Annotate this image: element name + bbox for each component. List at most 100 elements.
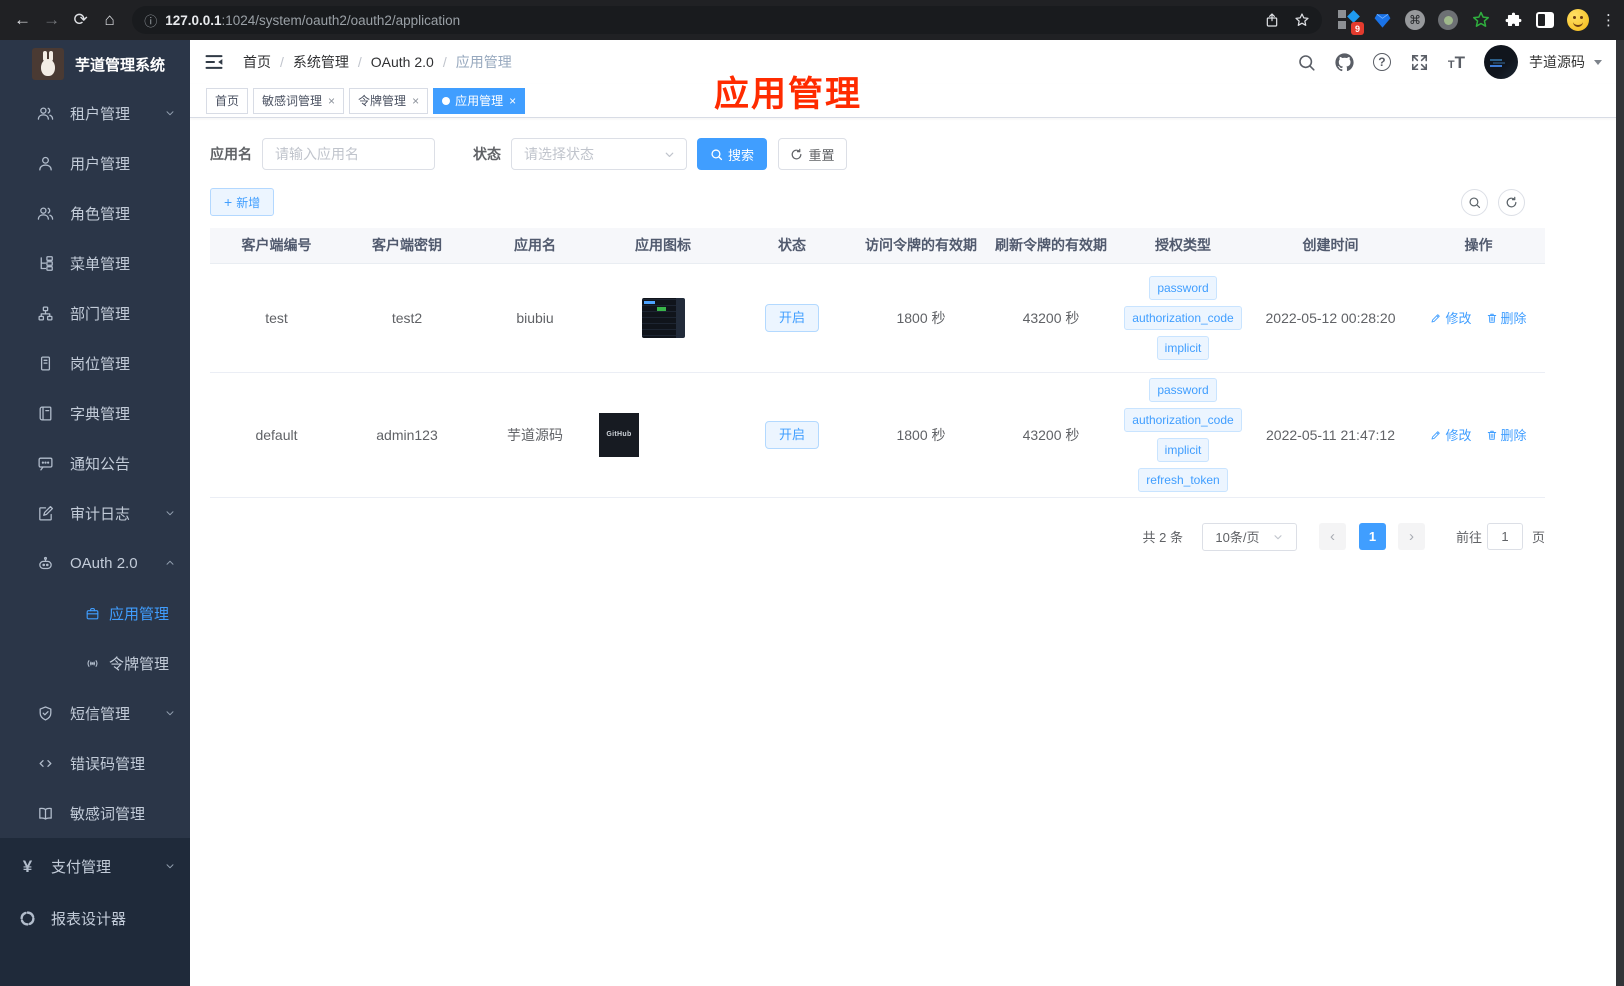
app-icon-image: [641, 297, 685, 338]
chevron-down-icon[interactable]: [1594, 59, 1602, 65]
fullscreen-icon[interactable]: [1410, 53, 1429, 72]
sidebar-item-6[interactable]: 字典管理: [0, 388, 190, 438]
sidebar-item-label: 用户管理: [70, 155, 131, 173]
sidebar-item-9[interactable]: OAuth 2.0: [0, 538, 190, 588]
sidebar-fold-icon[interactable]: [204, 52, 224, 72]
sms-icon: [37, 705, 54, 722]
cell-access-ttl: 1800 秒: [857, 372, 985, 498]
extension-blocks-icon[interactable]: 9: [1338, 9, 1364, 35]
sidebar-item-8[interactable]: 审计日志: [0, 488, 190, 538]
sidebar-item-10[interactable]: 应用管理: [0, 588, 190, 638]
search-icon[interactable]: [1297, 53, 1316, 72]
tab-0[interactable]: 首页: [206, 87, 249, 114]
extension-gem-icon[interactable]: [1373, 11, 1392, 30]
github-icon[interactable]: [1335, 52, 1354, 72]
close-icon[interactable]: ×: [328, 94, 335, 108]
cell-grant-types: password authorization_code implicit refres…: [1117, 372, 1249, 498]
browser-forward-button[interactable]: →: [37, 5, 66, 35]
sidebar-item-label: OAuth 2.0: [70, 554, 138, 572]
tab-label: 首页: [215, 94, 240, 108]
sidebar-item-4[interactable]: 部门管理: [0, 288, 190, 338]
side-panel-icon[interactable]: [1536, 12, 1554, 28]
extension-badge: 9: [1351, 22, 1364, 35]
add-button[interactable]: + 新增: [210, 188, 275, 216]
breadcrumb-item[interactable]: 首页: [243, 52, 271, 72]
reset-button[interactable]: 重置: [778, 138, 847, 170]
page-size-select[interactable]: 10条/页: [1201, 522, 1297, 551]
site-info-icon[interactable]: ⓘ: [144, 11, 157, 30]
grant-type-tag: refresh_token: [1138, 467, 1228, 492]
toggle-search-button[interactable]: [1461, 188, 1488, 216]
sidebar-item-7[interactable]: 通知公告: [0, 438, 190, 488]
tab-2[interactable]: 令牌管理 ×: [349, 87, 429, 114]
sidebar-item-13[interactable]: 错误码管理: [0, 738, 190, 788]
column-header: 访问令牌的有效期: [857, 228, 985, 264]
sidebar-item-label: 报表设计器: [51, 910, 127, 928]
bookmark-star-icon[interactable]: [1294, 12, 1310, 28]
edit-button[interactable]: 修改: [1430, 425, 1472, 444]
extension-command-icon[interactable]: ⌘: [1405, 10, 1425, 30]
share-icon[interactable]: [1264, 12, 1280, 28]
logo-image: [32, 48, 64, 80]
breadcrumb: 首页 / 系统管理 / OAuth 2.0 / 应用管理: [243, 52, 512, 72]
sidebar-item-1[interactable]: 用户管理: [0, 138, 190, 188]
extension-record-icon[interactable]: [1438, 10, 1458, 30]
sidebar-item-5[interactable]: 岗位管理: [0, 338, 190, 388]
sidebar-item-label: 支付管理: [51, 858, 112, 876]
browser-back-button[interactable]: ←: [8, 5, 37, 35]
app-name-label: 应用名: [210, 146, 252, 162]
cell-client-id: default: [210, 372, 343, 498]
sidebar-item-12[interactable]: 短信管理: [0, 688, 190, 738]
grant-type-tag: password: [1149, 275, 1217, 300]
sidebar-item-0[interactable]: 租户管理: [0, 88, 190, 138]
sidebar-item-label: 错误码管理: [70, 755, 146, 773]
tab-3[interactable]: 应用管理 ×: [433, 87, 526, 114]
breadcrumb-item[interactable]: OAuth 2.0: [371, 54, 434, 70]
app-logo[interactable]: 芋道管理系统: [0, 40, 190, 88]
sidebar-item-15[interactable]: ¥ 支付管理: [0, 840, 190, 892]
goto-page-input[interactable]: [1486, 523, 1523, 550]
sidebar-item-11[interactable]: 令牌管理: [0, 638, 190, 688]
sidebar-item-3[interactable]: 菜单管理: [0, 238, 190, 288]
help-icon[interactable]: ?: [1372, 53, 1391, 71]
close-icon[interactable]: ×: [509, 94, 516, 108]
username[interactable]: 芋道源码: [1529, 52, 1585, 72]
extensions-puzzle-icon[interactable]: [1504, 11, 1523, 30]
app-name-input[interactable]: [262, 138, 435, 170]
close-icon[interactable]: ×: [412, 94, 419, 108]
cell-created: 2022-05-11 21:47:12: [1249, 372, 1412, 498]
browser-reload-button[interactable]: ⟳: [66, 5, 95, 35]
user-icon: [37, 155, 54, 172]
message-icon: [37, 455, 54, 472]
browser-home-button[interactable]: ⌂: [95, 5, 124, 35]
breadcrumb-item[interactable]: 系统管理: [293, 52, 349, 72]
sidebar-item-14[interactable]: 敏感词管理: [0, 788, 190, 838]
delete-button[interactable]: 删除: [1486, 425, 1527, 444]
table-row: default admin123 芋道源码 GitHub 开启 1800 秒 43200 秒…: [210, 372, 1545, 498]
extension-star-icon[interactable]: [1471, 10, 1491, 30]
sidebar-item-16[interactable]: 报表设计器: [0, 892, 190, 944]
status-select[interactable]: 请选择状态: [511, 138, 687, 170]
url-bar[interactable]: ⓘ 127.0.0.1 :1024/system/oauth2/oauth2/a…: [132, 6, 1322, 34]
refresh-button[interactable]: [1498, 188, 1525, 216]
page-content: 应用名 状态 请选择状态 搜索 重置 + 新增: [190, 118, 1545, 551]
app-icon: [85, 606, 100, 621]
browser-menu-icon[interactable]: ⋮: [1601, 11, 1616, 29]
trash-icon: [1486, 429, 1498, 441]
cell-app-icon: [599, 263, 727, 373]
delete-button[interactable]: 删除: [1486, 308, 1527, 327]
next-page-button[interactable]: ›: [1397, 523, 1425, 550]
tab-1[interactable]: 敏感词管理 ×: [253, 87, 345, 114]
sidebar-item-label: 角色管理: [70, 205, 131, 223]
prev-page-button[interactable]: ‹: [1318, 523, 1346, 550]
user-avatar[interactable]: [1484, 45, 1518, 79]
sidebar-item-2[interactable]: 角色管理: [0, 188, 190, 238]
profile-avatar-icon[interactable]: [1567, 9, 1589, 31]
current-page-button[interactable]: 1: [1358, 523, 1386, 550]
edit-button[interactable]: 修改: [1430, 308, 1472, 327]
sidebar-item-label: 短信管理: [70, 705, 131, 723]
font-size-icon[interactable]: TT: [1448, 54, 1465, 71]
pagination: 共 2 条 10条/页 ‹ 1 › 前往 页: [210, 522, 1545, 551]
window-scrollbar[interactable]: [1616, 40, 1624, 986]
search-button[interactable]: 搜索: [697, 138, 767, 170]
